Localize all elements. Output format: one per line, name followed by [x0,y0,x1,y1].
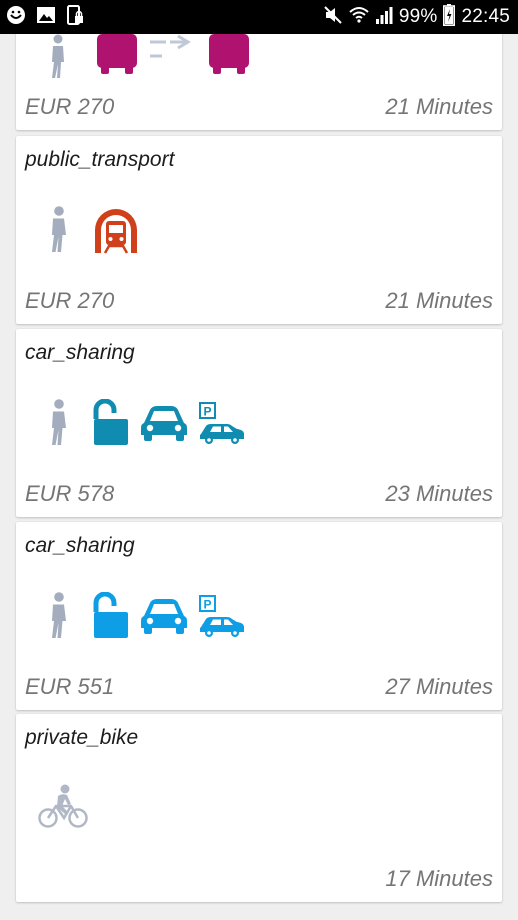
route-mode-icons [46,34,250,85]
route-mode-icons [38,784,88,835]
route-mode-title: car_sharing [25,534,135,557]
walk-icon [46,592,72,645]
route-mode-icons [46,206,140,259]
unlock-icon [92,398,130,452]
walk-icon [46,34,70,85]
route-card[interactable]: EUR 270 21 Minutes [16,34,502,130]
walk-icon [46,399,72,452]
battery-percentage: 99% [398,6,438,27]
unlock-icon [92,591,130,645]
route-card[interactable]: private_bike 17 Minutes [16,714,502,902]
car-icon [140,596,188,641]
route-duration: 23 Minutes [385,481,493,506]
parking-car-icon: P [198,401,246,450]
battery-charging-icon [443,3,456,31]
route-duration: 21 Minutes [385,288,493,313]
route-card[interactable]: car_sharing P EUR 578 23 Minutes [16,329,502,517]
status-bar: 99% 22:45 [0,0,518,34]
svg-text:P: P [204,405,212,419]
wifi-icon [349,5,369,30]
bus-icon [96,34,138,85]
signal-icon [375,6,393,29]
transfer-arrow-icon [148,34,198,85]
route-list[interactable]: EUR 270 21 Minutes public_transport EUR … [0,34,518,920]
bus-icon [208,34,250,85]
car-icon [140,403,188,448]
clock: 22:45 [461,6,510,27]
route-card[interactable]: public_transport EUR 270 21 Minutes [16,136,502,324]
route-duration: 27 Minutes [385,674,493,699]
walk-icon [46,206,72,259]
parking-car-icon: P [198,594,246,643]
route-price: EUR 551 [25,674,115,699]
mute-icon [323,5,343,30]
route-duration: 21 Minutes [385,94,493,119]
route-mode-title: public_transport [25,148,175,171]
route-price: EUR 578 [25,481,115,506]
route-mode-title: private_bike [25,726,139,749]
route-mode-icons: P [46,591,246,645]
phone-lock-icon [66,4,84,30]
route-duration: 17 Minutes [385,866,493,891]
bike-icon [38,784,88,835]
smiley-app-icon [6,5,26,30]
image-icon [36,6,56,29]
subway-icon [92,206,140,259]
svg-text:P: P [204,598,212,612]
route-price: EUR 270 [25,288,115,313]
route-price: EUR 270 [25,94,115,119]
route-mode-icons: P [46,398,246,452]
route-card[interactable]: car_sharing P EUR 551 27 Minutes [16,522,502,710]
route-mode-title: car_sharing [25,341,135,364]
